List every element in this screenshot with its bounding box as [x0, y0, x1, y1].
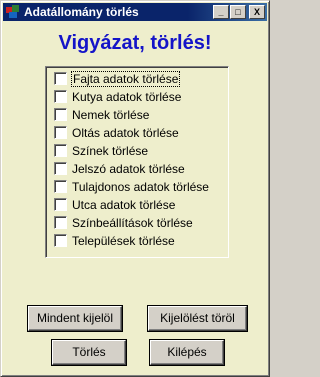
- checkbox-label: Tulajdonos adatok törlése: [72, 179, 209, 194]
- checkbox-box[interactable]: [54, 144, 67, 157]
- delete-button[interactable]: Törlés: [52, 340, 126, 365]
- checkbox-label: Színek törlése: [72, 143, 149, 158]
- checkbox-oltas[interactable]: Oltás adatok törlése: [54, 124, 179, 141]
- checkbox-box[interactable]: [54, 162, 67, 175]
- title-bar[interactable]: Adatállomány törlés _ □ X: [3, 3, 267, 21]
- delete-options-list: Fajta adatok törlése Kutya adatok törlés…: [45, 66, 229, 258]
- checkbox-label: Jelszó adatok törlése: [72, 161, 185, 176]
- checkbox-label: Színbeállítások törlése: [72, 215, 193, 230]
- checkbox-jelszo[interactable]: Jelszó adatok törlése: [54, 160, 185, 177]
- dialog-window: Adatállomány törlés _ □ X Vigyázat, törl…: [0, 0, 270, 377]
- checkbox-label: Utca adatok törlése: [72, 197, 176, 212]
- checkbox-szinek[interactable]: Színek törlése: [54, 142, 148, 159]
- checkbox-box[interactable]: [54, 90, 67, 103]
- app-icon: [6, 5, 20, 19]
- minimize-button[interactable]: _: [213, 5, 229, 19]
- checkbox-utca[interactable]: Utca adatok törlése: [54, 196, 175, 213]
- close-button[interactable]: X: [249, 5, 265, 19]
- select-all-button[interactable]: Mindent kijelöl: [28, 306, 122, 331]
- checkbox-telepulesek[interactable]: Települések törlése: [54, 232, 175, 249]
- checkbox-box[interactable]: [54, 198, 67, 211]
- clear-selection-button[interactable]: Kijelölést töröl: [148, 306, 247, 331]
- dialog-client-area: Vigyázat, törlés! Fajta adatok törlése K…: [3, 22, 267, 374]
- window-title: Adatállomány törlés: [24, 5, 139, 19]
- checkbox-label: Fajta adatok törlése: [70, 70, 181, 87]
- checkbox-fajta[interactable]: Fajta adatok törlése: [54, 70, 181, 87]
- checkbox-tulajdonos[interactable]: Tulajdonos adatok törlése: [54, 178, 209, 195]
- checkbox-label: Oltás adatok törlése: [72, 125, 179, 140]
- checkbox-box[interactable]: [54, 126, 67, 139]
- checkbox-label: Nemek törlése: [72, 107, 150, 122]
- checkbox-label: Kutya adatok törlése: [72, 89, 182, 104]
- checkbox-box[interactable]: [54, 216, 67, 229]
- checkbox-box[interactable]: [54, 72, 67, 85]
- exit-button[interactable]: Kilépés: [150, 340, 224, 365]
- checkbox-kutya[interactable]: Kutya adatok törlése: [54, 88, 181, 105]
- checkbox-box[interactable]: [54, 108, 67, 121]
- checkbox-szinbeallitasok[interactable]: Színbeállítások törlése: [54, 214, 193, 231]
- checkbox-label: Települések törlése: [72, 233, 175, 248]
- checkbox-box[interactable]: [54, 180, 67, 193]
- warning-heading: Vigyázat, törlés!: [58, 32, 212, 54]
- checkbox-box[interactable]: [54, 234, 67, 247]
- maximize-button[interactable]: □: [230, 5, 246, 19]
- checkbox-nemek[interactable]: Nemek törlése: [54, 106, 149, 123]
